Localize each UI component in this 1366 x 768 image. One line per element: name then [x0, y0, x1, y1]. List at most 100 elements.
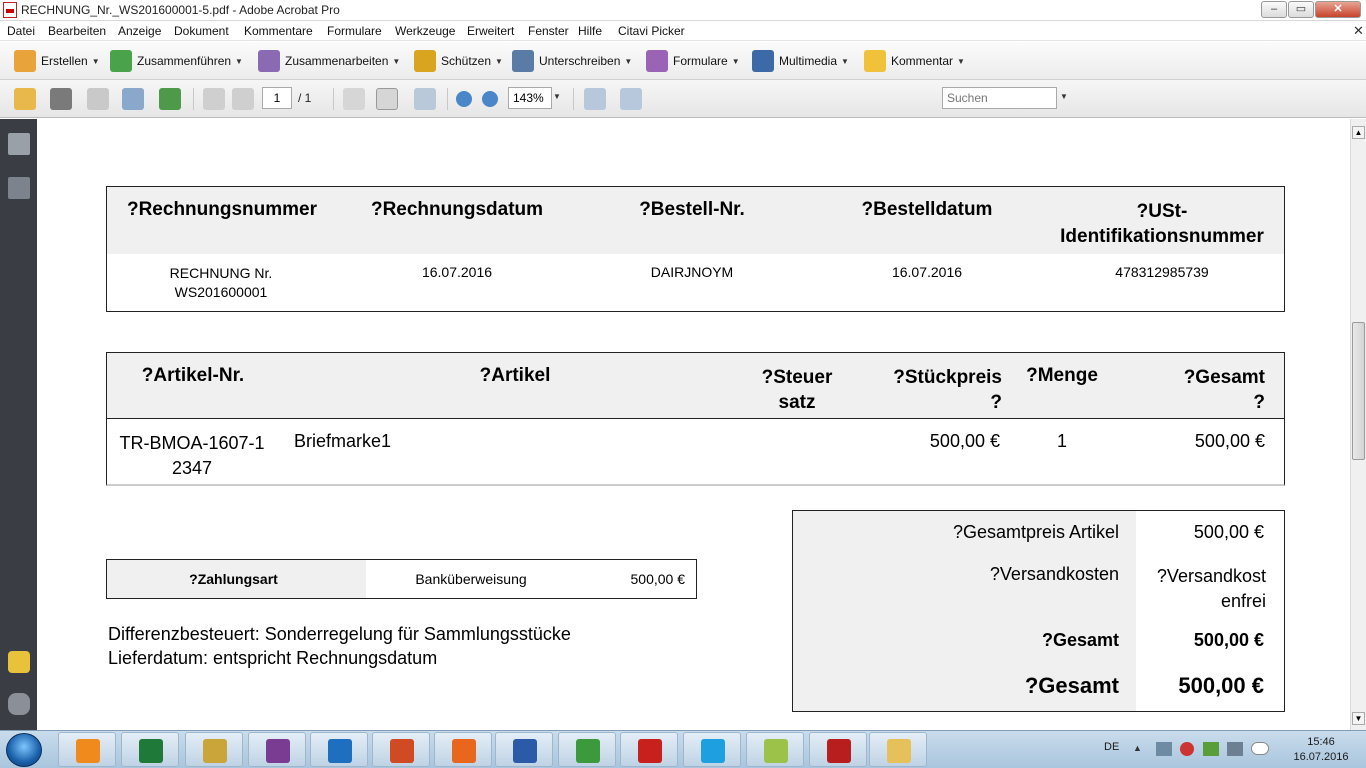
- volume-muted-icon[interactable]: [1180, 742, 1194, 756]
- document-close-icon[interactable]: ✕: [1353, 23, 1364, 39]
- powerpoint-icon: [390, 739, 414, 763]
- close-button[interactable]: ✕: [1315, 1, 1361, 18]
- forms-icon: [646, 50, 668, 72]
- next-page-icon[interactable]: [232, 88, 254, 110]
- open-folder-icon[interactable]: [14, 88, 36, 110]
- menu-formulare[interactable]: Formulare: [327, 24, 382, 38]
- maximize-button[interactable]: ▭: [1288, 1, 1314, 18]
- taskbar-button[interactable]: [620, 732, 678, 767]
- payment-amount: 500,00 €: [630, 571, 686, 587]
- menu-bearbeiten[interactable]: Bearbeiten: [48, 24, 106, 38]
- taskbar-button[interactable]: [558, 732, 616, 767]
- unterschreiben-button[interactable]: Unterschreiben ▼: [512, 50, 632, 72]
- signatures-icon[interactable]: [8, 177, 30, 199]
- taskbar-button[interactable]: [185, 732, 243, 767]
- hand-tool-icon[interactable]: [376, 88, 398, 110]
- clock-date[interactable]: 16.07.2016: [1290, 751, 1352, 763]
- select-text-icon[interactable]: [343, 88, 365, 110]
- note-delivery: Lieferdatum: entspricht Rechnungsdatum: [108, 648, 438, 668]
- menu-dokument[interactable]: Dokument: [174, 24, 229, 38]
- scrollbar-thumb[interactable]: [1352, 322, 1365, 460]
- taskbar-button[interactable]: [58, 732, 116, 767]
- taskbar-button[interactable]: [495, 732, 553, 767]
- combine-icon: [110, 50, 132, 72]
- pen-icon: [512, 50, 534, 72]
- zoom-out-icon[interactable]: [456, 91, 472, 107]
- zusammenfuehren-button[interactable]: Zusammenführen ▼: [110, 50, 243, 72]
- cloud-icon[interactable]: [1251, 742, 1269, 755]
- value-rechnungsnummer: RECHNUNG Nr. WS201600001: [169, 265, 273, 300]
- outlook-icon: [328, 739, 352, 763]
- tray-expand-icon[interactable]: ▲: [1133, 743, 1142, 753]
- formulare-button[interactable]: Formulare ▼: [646, 50, 740, 72]
- zoom-level-input[interactable]: 143%: [508, 87, 552, 109]
- taskbar-button[interactable]: [310, 732, 368, 767]
- invoice-header-table: ?Rechnungsnummer ?Rechnungsdatum ?Bestel…: [106, 186, 1285, 312]
- menu-kommentare[interactable]: Kommentare: [244, 24, 313, 38]
- window-title: RECHNUNG_Nr._WS201600001-5.pdf - Adobe A…: [21, 3, 340, 17]
- header-bestelldatum: ?Bestelldatum: [861, 199, 993, 220]
- taskbar-button[interactable]: [869, 732, 927, 767]
- value-rechnungsdatum: 16.07.2016: [421, 264, 493, 280]
- zoom-dropdown-icon[interactable]: ▼: [553, 92, 561, 101]
- menu-hilfe[interactable]: Hilfe: [578, 24, 602, 38]
- language-indicator[interactable]: DE: [1104, 741, 1119, 753]
- menu-fenster[interactable]: Fenster: [528, 24, 569, 38]
- acrobat-icon: [638, 739, 662, 763]
- zusammenarbeiten-button[interactable]: Zusammenarbeiten ▼: [258, 50, 400, 72]
- menu-erweitert[interactable]: Erweitert: [467, 24, 514, 38]
- menu-werkzeuge[interactable]: Werkzeuge: [395, 24, 455, 38]
- taskbar-button[interactable]: [121, 732, 179, 767]
- title-bar: RECHNUNG_Nr._WS201600001-5.pdf - Adobe A…: [0, 0, 1366, 21]
- kommentar-button[interactable]: Kommentar ▼: [864, 50, 965, 72]
- clock-time[interactable]: 15:46: [1290, 736, 1352, 748]
- email-icon[interactable]: [122, 88, 144, 110]
- note-tax: Differenzbesteuert: Sonderregelung für S…: [108, 624, 571, 644]
- row-artikel-nr: TR-BMOA-1607-1 2347: [119, 433, 265, 478]
- menu-citavi-picker[interactable]: Citavi Picker: [618, 24, 685, 38]
- kommentar-label: Kommentar: [891, 54, 954, 68]
- taskbar-button[interactable]: [372, 732, 430, 767]
- scroll-up-icon[interactable]: ▲: [1352, 126, 1365, 139]
- taskbar-button[interactable]: [746, 732, 804, 767]
- web-globe-icon[interactable]: [159, 88, 181, 110]
- zoom-marquee-icon[interactable]: [414, 88, 436, 110]
- minimize-button[interactable]: –: [1261, 1, 1287, 18]
- fireworks-icon: [203, 739, 227, 763]
- menu-datei[interactable]: Datei: [7, 24, 35, 38]
- comments-icon[interactable]: [8, 651, 30, 673]
- layers-icon[interactable]: [8, 133, 30, 155]
- erstellen-label: Erstellen: [41, 54, 88, 68]
- taskbar-button[interactable]: [434, 732, 492, 767]
- header-artikel-nr: ?Artikel-Nr.: [141, 365, 245, 386]
- menu-anzeige[interactable]: Anzeige: [118, 24, 161, 38]
- tray-app-icon[interactable]: [1203, 742, 1219, 756]
- unterschreiben-label: Unterschreiben: [539, 54, 621, 68]
- fit-page-icon[interactable]: [620, 88, 642, 110]
- network-icon[interactable]: [1227, 742, 1243, 756]
- zoom-in-icon[interactable]: [482, 91, 498, 107]
- print-icon[interactable]: [50, 88, 72, 110]
- taskbar-button[interactable]: [248, 732, 306, 767]
- menu-bar: Datei Bearbeiten Anzeige Dokument Kommen…: [0, 21, 1366, 41]
- save-icon[interactable]: [87, 88, 109, 110]
- payment-method: Banküberweisung: [415, 571, 527, 587]
- schuetzen-button[interactable]: Schützen ▼: [414, 50, 503, 72]
- search-input[interactable]: [942, 87, 1057, 109]
- fit-width-icon[interactable]: [584, 88, 606, 110]
- taskbar-button[interactable]: [683, 732, 741, 767]
- multimedia-button[interactable]: Multimedia ▼: [752, 50, 849, 72]
- page-number-input[interactable]: 1: [262, 87, 292, 109]
- vertical-scrollbar[interactable]: ▲ ▼: [1350, 119, 1366, 730]
- search-dropdown-icon[interactable]: ▼: [1060, 92, 1068, 101]
- multimedia-icon: [752, 50, 774, 72]
- previous-page-icon[interactable]: [203, 88, 225, 110]
- scroll-down-icon[interactable]: ▼: [1352, 712, 1365, 725]
- action-center-icon[interactable]: [1156, 742, 1172, 756]
- start-button[interactable]: [6, 733, 42, 767]
- erstellen-button[interactable]: Erstellen ▼: [14, 50, 100, 72]
- attachments-icon[interactable]: [8, 693, 30, 715]
- row-stueckpreis: 500,00 €: [929, 431, 1000, 451]
- taskbar-button[interactable]: [809, 732, 867, 767]
- task-toolbar: Erstellen ▼ Zusammenführen ▼ Zusammenarbei…: [0, 42, 1366, 80]
